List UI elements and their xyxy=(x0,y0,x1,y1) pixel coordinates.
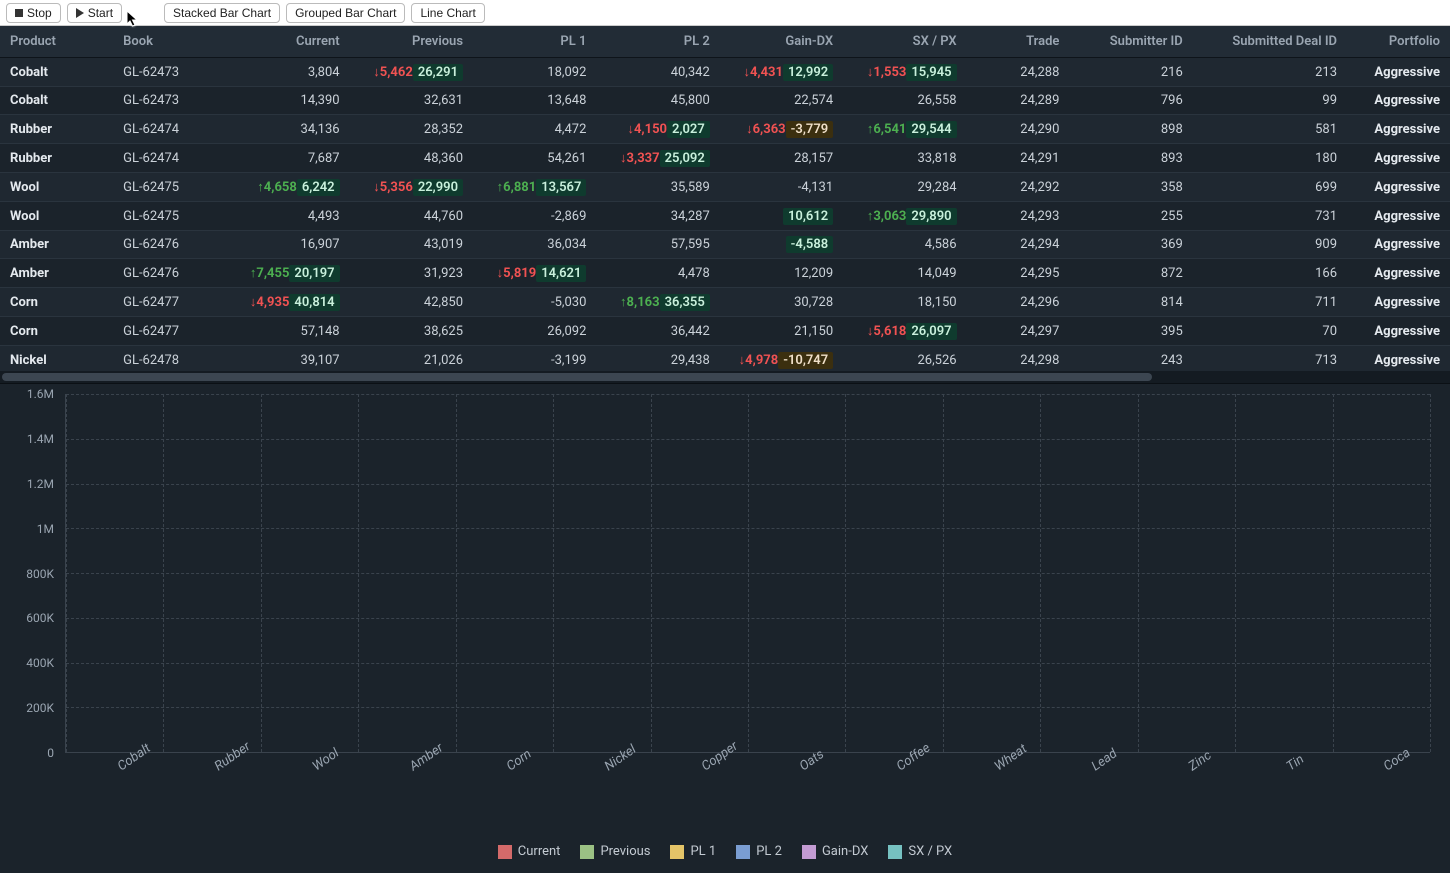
y-tick-label: 800K xyxy=(10,567,54,581)
x-tick-label: Coffee xyxy=(894,741,933,775)
horizontal-scrollbar[interactable] xyxy=(0,371,1450,383)
x-tick-label: Rubber xyxy=(212,739,253,774)
table-row[interactable]: AmberGL-62476↑7,455 20,19731,923↓5,819 1… xyxy=(0,259,1450,288)
table-row[interactable]: CobaltGL-624733,804↓5,462 26,29118,09240… xyxy=(0,58,1450,87)
grouped-bar-chart: 0200K400K600K800K1M1.2M1.4M1.6M CobaltRu… xyxy=(0,384,1450,873)
legend-item[interactable]: SX / PX xyxy=(888,844,952,859)
column-header[interactable]: Previous xyxy=(350,26,473,58)
legend-item[interactable]: Current xyxy=(498,844,561,859)
column-header[interactable]: Trade xyxy=(967,26,1070,58)
column-header[interactable]: Current xyxy=(226,26,349,58)
table-row[interactable]: CobaltGL-6247314,39032,63113,64845,80022… xyxy=(0,87,1450,115)
start-label: Start xyxy=(88,6,113,20)
x-tick-label: Wheat xyxy=(992,741,1030,774)
legend-item[interactable]: PL 2 xyxy=(736,844,782,859)
table-row[interactable]: AmberGL-6247616,90743,01936,03457,595-4,… xyxy=(0,231,1450,259)
column-header[interactable]: Gain-DX xyxy=(720,26,843,58)
y-tick-label: 1.4M xyxy=(10,432,54,446)
x-tick-label: Nickel xyxy=(602,742,639,774)
x-tick-label: Corn xyxy=(504,747,534,775)
column-header[interactable]: SX / PX xyxy=(843,26,966,58)
column-header[interactable]: Submitted Deal ID xyxy=(1193,26,1347,58)
table-row[interactable]: CornGL-6247757,14838,62526,09236,44221,1… xyxy=(0,317,1450,346)
grouped-bar-chart-button[interactable]: Grouped Bar Chart xyxy=(286,3,405,23)
y-tick-label: 1M xyxy=(10,522,54,536)
data-grid[interactable]: ProductBookCurrentPreviousPL 1PL 2Gain-D… xyxy=(0,26,1450,384)
stacked-bar-chart-button[interactable]: Stacked Bar Chart xyxy=(164,3,280,23)
x-tick-label: Coca xyxy=(1381,745,1413,774)
legend-item[interactable]: Gain-DX xyxy=(802,844,868,859)
x-tick-label: Tin xyxy=(1284,752,1307,774)
table-row[interactable]: CornGL-62477↓4,935 40,81442,850-5,030↑8,… xyxy=(0,288,1450,317)
table-row[interactable]: WoolGL-62475↑4,658 6,242↓5,356 22,990↑6,… xyxy=(0,173,1450,202)
stop-button[interactable]: Stop xyxy=(6,3,61,23)
y-tick-label: 200K xyxy=(10,701,54,715)
table-row[interactable]: RubberGL-624747,68748,36054,261↓3,337 25… xyxy=(0,144,1450,173)
x-tick-label: Wool xyxy=(310,746,342,775)
toolbar: Stop Start Stacked Bar Chart Grouped Bar… xyxy=(0,0,1450,26)
start-button[interactable]: Start xyxy=(67,3,122,23)
table-row[interactable]: RubberGL-6247434,13628,3524,472↓4,150 2,… xyxy=(0,115,1450,144)
y-tick-label: 1.6M xyxy=(10,387,54,401)
y-tick-label: 600K xyxy=(10,611,54,625)
y-axis: 0200K400K600K800K1M1.2M1.4M1.6M xyxy=(10,394,60,753)
column-header[interactable]: PL 1 xyxy=(473,26,596,58)
table-row[interactable]: WoolGL-624754,49344,760-2,86934,28710,61… xyxy=(0,202,1450,231)
scrollbar-thumb[interactable] xyxy=(2,373,1152,381)
column-header[interactable]: Book xyxy=(113,26,226,58)
y-tick-label: 400K xyxy=(10,656,54,670)
stop-label: Stop xyxy=(27,6,52,20)
y-tick-label: 0 xyxy=(10,746,54,760)
stop-icon xyxy=(15,9,23,17)
x-tick-label: Lead xyxy=(1089,746,1120,774)
column-header[interactable]: Product xyxy=(0,26,113,58)
x-tick-label: Amber xyxy=(407,741,446,775)
column-header[interactable]: PL 2 xyxy=(596,26,719,58)
plot-area: CobaltRubberWoolAmberCornNickelCopperOat… xyxy=(65,394,1430,753)
legend: Current Previous PL 1 PL 2 Gain-DX SX / PX xyxy=(0,844,1450,859)
column-header[interactable]: Submitter ID xyxy=(1069,26,1192,58)
x-tick-label: Cobalt xyxy=(115,741,154,774)
line-chart-button[interactable]: Line Chart xyxy=(411,3,484,23)
play-icon xyxy=(76,8,84,18)
column-header[interactable]: Portfolio xyxy=(1347,26,1450,58)
x-tick-label: Copper xyxy=(699,739,741,775)
legend-item[interactable]: PL 1 xyxy=(670,844,716,859)
y-tick-label: 1.2M xyxy=(10,477,54,491)
legend-item[interactable]: Previous xyxy=(580,844,650,859)
